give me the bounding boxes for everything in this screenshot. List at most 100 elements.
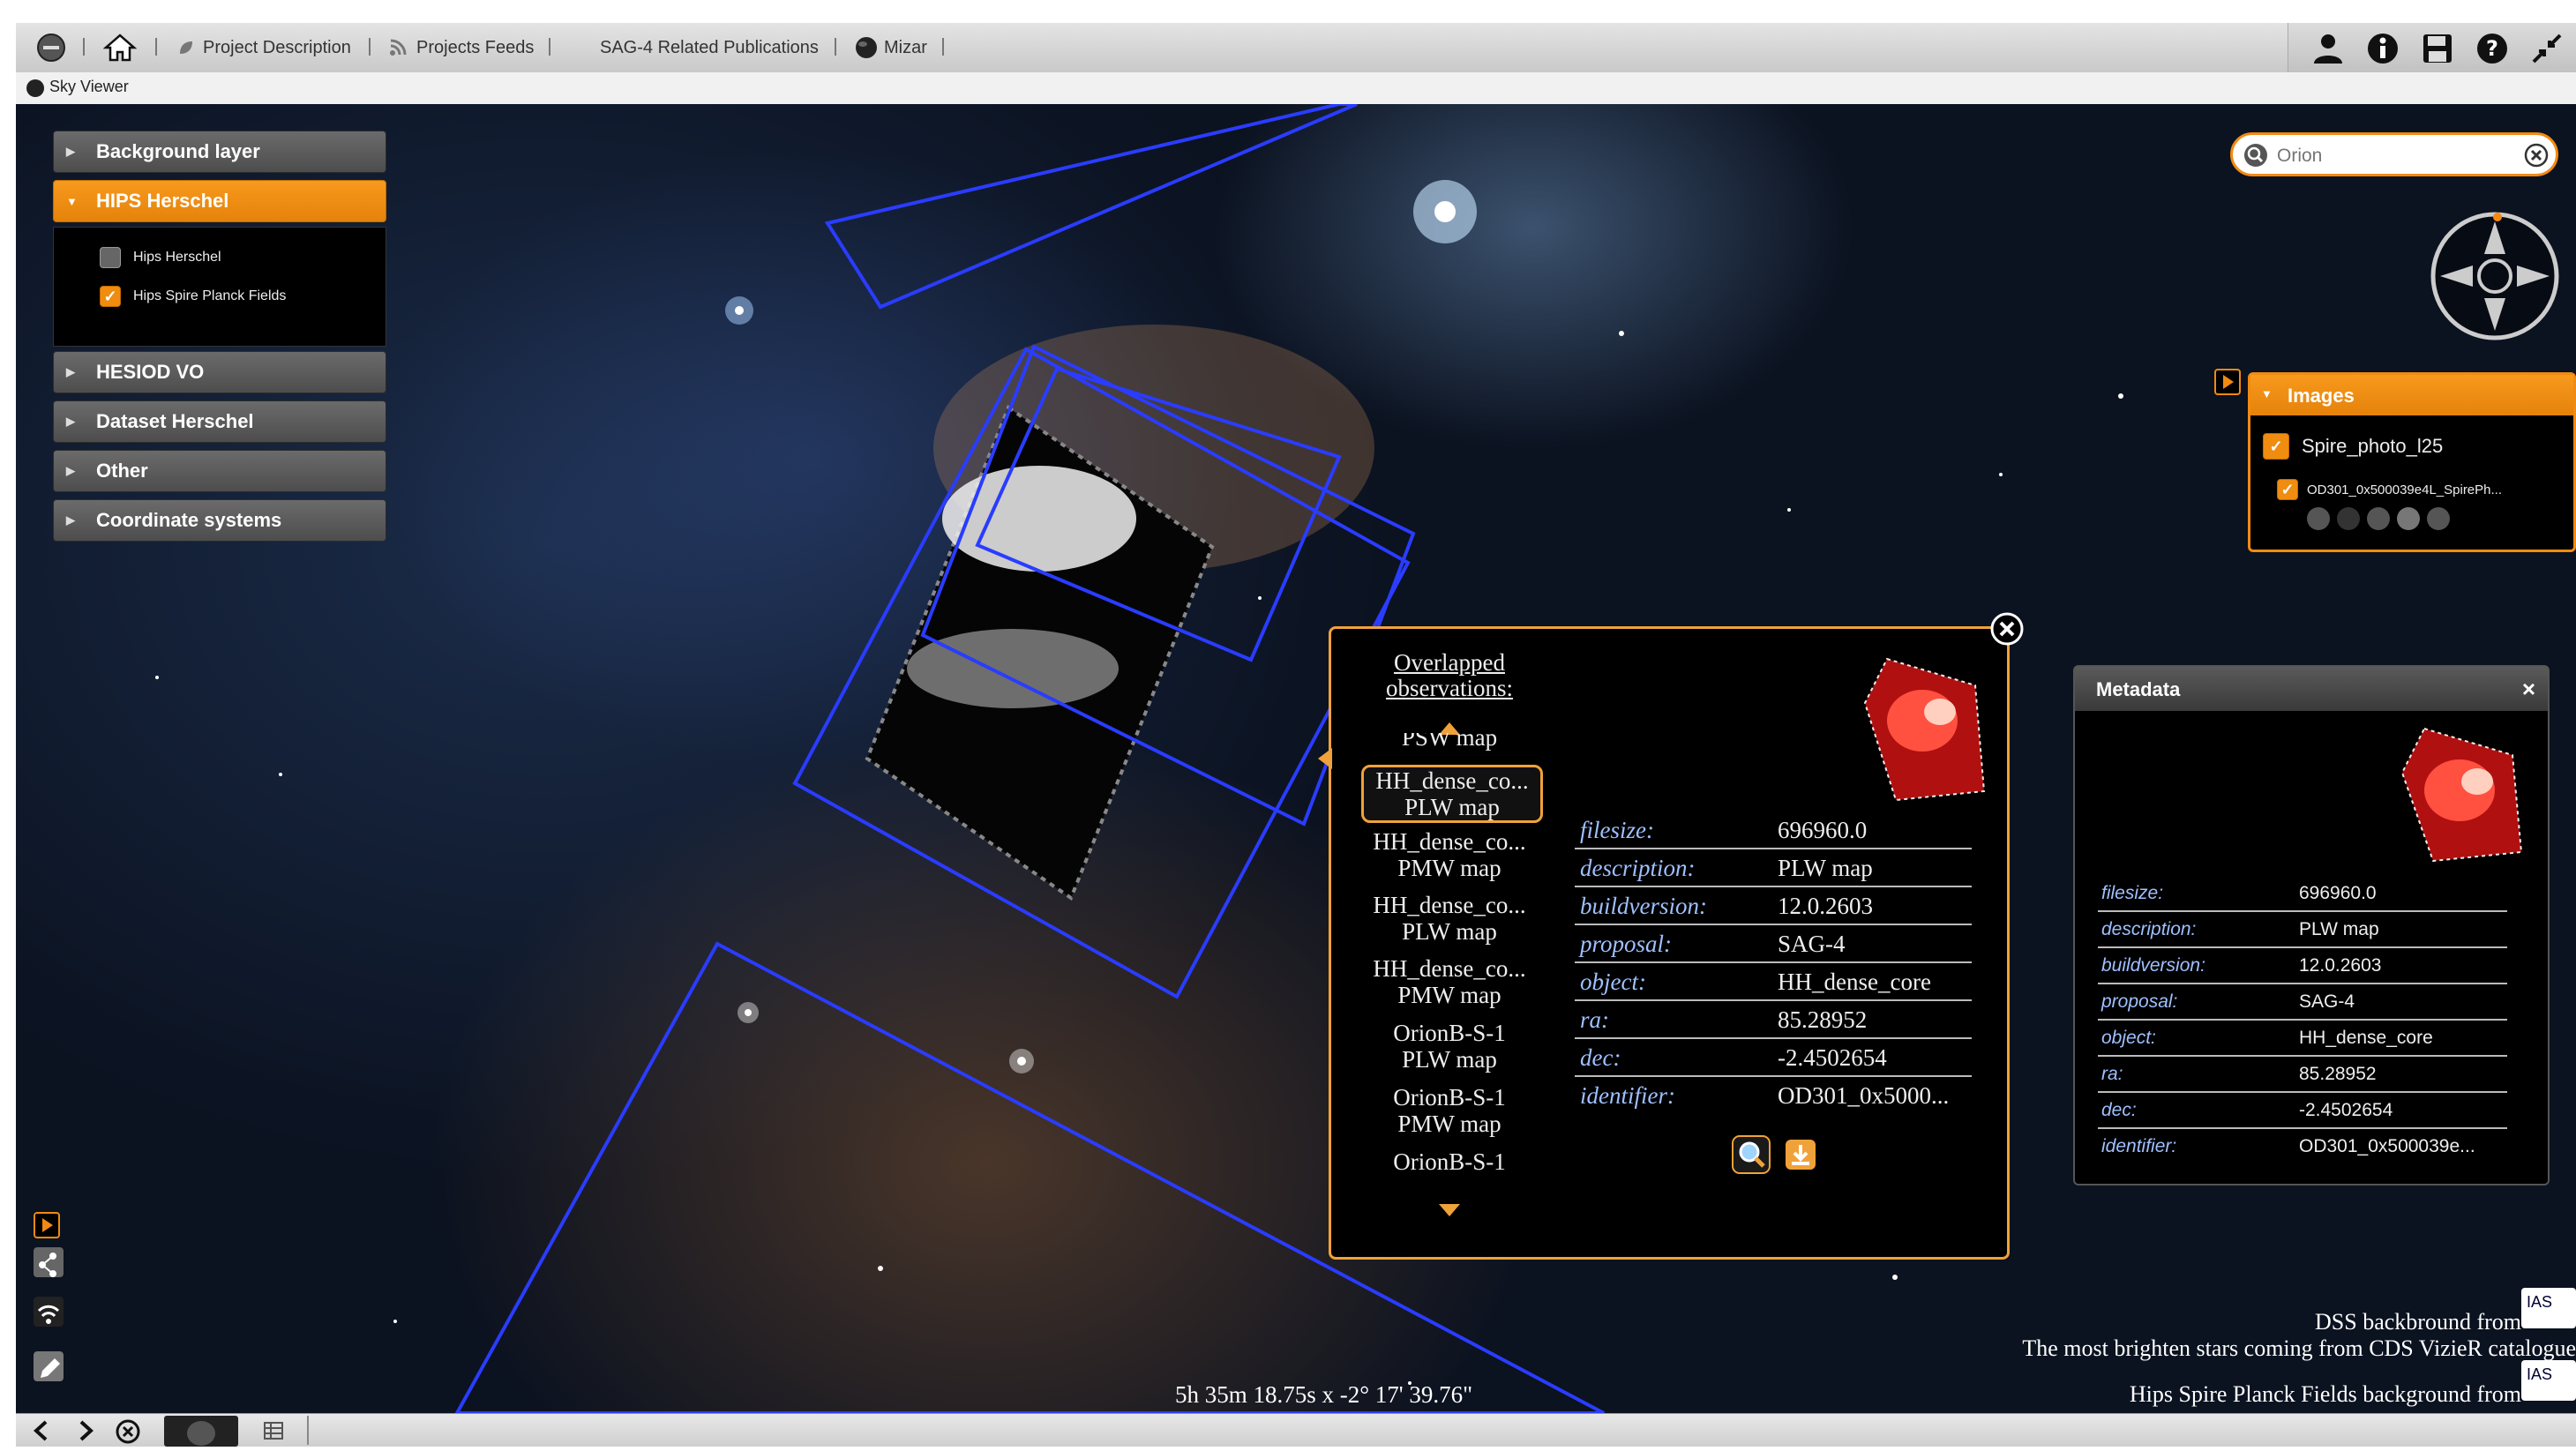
layer-coordinate-systems[interactable]: ▶ Coordinate systems — [53, 499, 386, 542]
meta-key: object: — [1580, 969, 1646, 995]
layer-hesiod-vo[interactable]: ▶ HESIOD VO — [53, 351, 386, 393]
search-icon — [2244, 144, 2267, 167]
help-button[interactable]: ? — [2475, 32, 2509, 65]
top-toolbar: Project Description Projects Feeds SAG-4… — [16, 23, 2576, 73]
share-icon[interactable] — [34, 1247, 64, 1277]
clear-search-icon[interactable] — [2524, 143, 2549, 168]
separator — [83, 38, 85, 56]
images-panel-toggle-icon[interactable] — [2214, 369, 2241, 395]
search-input[interactable] — [2275, 142, 2517, 170]
grid-view-icon[interactable] — [263, 1421, 284, 1440]
fullscreen-button[interactable] — [2530, 32, 2564, 65]
footprint[interactable] — [824, 104, 1358, 310]
download-observation-button[interactable] — [1785, 1139, 1816, 1171]
scroll-down-icon[interactable] — [1437, 1202, 1462, 1218]
meta-value: SAG-4 — [2299, 991, 2355, 1012]
back-icon[interactable] — [30, 1419, 53, 1442]
edit-icon[interactable] — [34, 1351, 64, 1381]
meta-key: proposal: — [1580, 931, 1673, 957]
help-icon: ? — [2477, 34, 2507, 64]
meta-value: -2.4502654 — [2299, 1100, 2393, 1120]
delete-icon[interactable] — [2427, 507, 2450, 530]
hips-herschel-content: Hips Herschel ✓ Hips Spire Planck Fields — [53, 227, 386, 347]
menu-toggle-button[interactable] — [34, 34, 69, 62]
close-popup-icon[interactable] — [1989, 611, 2025, 647]
search-box[interactable] — [2230, 132, 2558, 176]
separator — [369, 38, 371, 56]
ias-logo[interactable]: IAS — [2521, 1360, 2576, 1401]
home-button[interactable] — [102, 34, 138, 62]
observation-preview-image — [1863, 657, 1986, 802]
obs-list-clip: PSW map — [1331, 733, 1561, 754]
wifi-icon[interactable] — [34, 1297, 64, 1327]
nav-projects-feeds[interactable]: Projects Feeds — [388, 34, 534, 62]
meta-row-object: object: HH_dense_core — [1575, 964, 1972, 1001]
zoom-to-observation-button[interactable] — [1732, 1135, 1771, 1174]
images-panel-header[interactable]: ▼ Images — [2250, 375, 2573, 415]
obs-list-item[interactable]: OrionB-S-1 — [1361, 1148, 1538, 1175]
forward-icon[interactable] — [74, 1419, 97, 1442]
meta-value: 85.28952 — [1778, 1006, 1868, 1033]
metadata-preview-image — [2400, 727, 2523, 863]
nav-sag4-publications[interactable]: SAG-4 Related Publications — [600, 34, 819, 62]
chevron-down-icon: ▼ — [66, 194, 78, 208]
meta-key: filesize: — [2101, 883, 2164, 903]
herschel-bright — [907, 629, 1119, 708]
meta-row-description: description: PLW map — [1575, 850, 1972, 887]
user-icon — [2314, 34, 2342, 64]
save-button[interactable] — [2421, 32, 2454, 65]
compass-icon[interactable] — [2430, 212, 2559, 340]
layer-icon[interactable] — [2337, 507, 2360, 530]
layer-option-hips-spire-planck[interactable]: ✓ Hips Spire Planck Fields — [100, 286, 286, 307]
bottom-toolbar — [16, 1413, 2576, 1447]
obs-list-item[interactable]: HH_dense_co... PLW map — [1361, 892, 1538, 945]
obs-list-item[interactable]: PSW map — [1361, 733, 1538, 751]
option-label: Hips Herschel — [133, 250, 221, 265]
popup-pointer — [1318, 748, 1332, 769]
layer-dataset-herschel[interactable]: ▶ Dataset Herschel — [53, 400, 386, 443]
obs-list-item[interactable]: OrionB-S-1 PLW map — [1361, 1020, 1538, 1073]
meta-row-buildversion: buildversion: 12.0.2603 — [1575, 888, 1972, 925]
nav-project-description[interactable]: Project Description — [176, 34, 351, 62]
user-button[interactable] — [2311, 32, 2345, 65]
checkbox[interactable]: ✓ — [2263, 433, 2289, 460]
nav-label: Project Description — [203, 37, 351, 57]
metadata-row-proposal: proposal: SAG-4 — [2098, 984, 2507, 1021]
side-panel-toggle-icon[interactable] — [34, 1212, 64, 1242]
export-icon[interactable] — [2367, 507, 2390, 530]
home-icon — [102, 34, 138, 62]
obs-list-item[interactable]: OrionB-S-1 PMW map — [1361, 1084, 1538, 1137]
stop-icon[interactable] — [115, 1418, 141, 1445]
checkbox[interactable] — [100, 247, 121, 268]
checkbox[interactable]: ✓ — [100, 286, 121, 307]
image-group-row[interactable]: ✓ Spire_photo_l25 — [2263, 433, 2443, 460]
layer-background[interactable]: ▶ Background layer — [53, 131, 386, 173]
nav-mizar[interactable]: Mizar — [854, 34, 927, 62]
obs-list-item[interactable]: HH_dense_co... PMW map — [1361, 955, 1538, 1008]
tab-sky-viewer[interactable]: Sky Viewer — [49, 78, 129, 96]
metadata-row-identifier: identifier: OD301_0x500039e... — [2098, 1128, 2507, 1163]
zoom-to-icon[interactable] — [2307, 507, 2330, 530]
close-icon[interactable]: × — [2522, 676, 2535, 703]
meta-value: OD301_0x5000... — [1778, 1082, 1950, 1109]
ias-logo[interactable]: IAS — [2521, 1288, 2576, 1328]
meta-row-dec: dec: -2.4502654 — [1575, 1040, 1972, 1077]
credit-cds-vizier: The most brighten stars coming from CDS … — [2022, 1335, 2576, 1361]
image-item-row[interactable]: ✓ OD301_0x500039e4L_SpirePh... — [2277, 479, 2502, 500]
layer-hips-herschel[interactable]: ▼ HIPS Herschel — [53, 180, 386, 222]
layer-option-hips-herschel[interactable]: Hips Herschel — [100, 247, 221, 268]
separator — [942, 38, 944, 56]
layer-other[interactable]: ▶ Other — [53, 450, 386, 492]
save-icon — [2423, 34, 2452, 63]
info-icon[interactable] — [2397, 507, 2420, 530]
metadata-panel-header[interactable]: Metadata × — [2075, 667, 2548, 711]
view-thumbnail-sky[interactable] — [164, 1416, 238, 1447]
obs-list-item-selected[interactable]: HH_dense_co... PLW map — [1361, 765, 1543, 823]
obs-list-item[interactable]: HH_dense_co... PMW map — [1361, 828, 1538, 881]
sky-viewer-canvas[interactable]: ▶ Background layer ▼ HIPS Herschel Hips … — [16, 104, 2576, 1413]
meta-row-filesize: filesize: 696960.0 — [1575, 812, 1972, 849]
fullscreen-icon — [2532, 34, 2562, 64]
checkbox[interactable]: ✓ — [2277, 479, 2298, 500]
separator — [307, 1416, 309, 1445]
info-button[interactable] — [2366, 32, 2400, 65]
